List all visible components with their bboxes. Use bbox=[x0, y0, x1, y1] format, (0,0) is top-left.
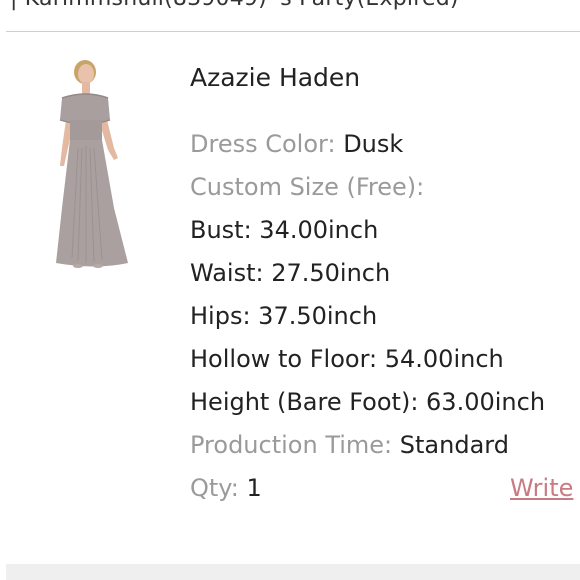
height-bare-foot-measure: Height (Bare Foot): 63.00inch bbox=[190, 388, 546, 416]
production-time-row: Production Time: Standard bbox=[190, 430, 580, 473]
qty-value: 1 bbox=[246, 474, 262, 502]
custom-size-label: Custom Size (Free): bbox=[190, 173, 425, 201]
waist-measure: Waist: 27.50inch bbox=[190, 259, 391, 287]
production-time-label: Production Time: bbox=[190, 431, 393, 459]
product-details: Azazie Haden Dress Color: Dusk Custom Si… bbox=[190, 60, 580, 516]
production-time-value: Standard bbox=[399, 431, 509, 459]
write-review-link[interactable]: Write bbox=[510, 473, 573, 503]
footer-bar bbox=[6, 564, 580, 580]
header-divider bbox=[6, 31, 580, 32]
product-name[interactable]: Azazie Haden bbox=[190, 60, 580, 96]
product-image[interactable] bbox=[48, 58, 138, 270]
dress-color-label: Dress Color: bbox=[190, 130, 336, 158]
hips-measure: Hips: 37.50inch bbox=[190, 302, 378, 330]
dress-color-row: Dress Color: Dusk bbox=[190, 129, 580, 172]
bust-measure: Bust: 34.00inch bbox=[190, 216, 379, 244]
qty-row: Qty: 1 Write bbox=[190, 473, 580, 516]
hollow-to-floor-measure: Hollow to Floor: 54.00inch bbox=[190, 345, 504, 373]
dress-color-value: Dusk bbox=[343, 130, 404, 158]
dress-model-photo-icon bbox=[56, 60, 128, 268]
qty-label: Qty: bbox=[190, 474, 239, 502]
party-title: | Karimmshull(839049) 's Party(Expired) bbox=[10, 0, 459, 11]
